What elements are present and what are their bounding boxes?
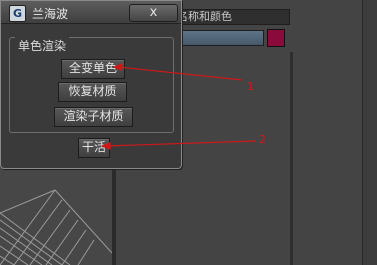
monochrome-render-dialog: G 兰海波 x 单色渲染 全变单色 恢复材质 渲染子材质 干活 [0, 0, 182, 169]
all-solid-color-button[interactable]: 全变单色 [61, 59, 125, 79]
annotation-marker-1: 1 [247, 80, 254, 93]
annotation-marker-2: 2 [259, 133, 266, 146]
perspective-grid [0, 189, 112, 265]
viewport[interactable] [0, 168, 112, 265]
app-window: 名称和颜色 G 兰海波 x 单色渲染 全变单色 恢复材质 渲染子材质 干活 1 … [0, 0, 377, 265]
close-button[interactable]: x [129, 4, 178, 22]
object-name-field[interactable] [174, 30, 264, 46]
group-label: 单色渲染 [15, 37, 70, 54]
dialog-title: 兰海波 [32, 7, 69, 21]
dialog-titlebar[interactable]: G 兰海波 x [1, 1, 181, 24]
render-sub-material-button[interactable]: 渲染子材质 [54, 107, 133, 127]
restore-material-button[interactable]: 恢复材质 [58, 82, 127, 102]
viewport-border [112, 168, 116, 265]
done-button[interactable]: 干活 [78, 138, 110, 158]
object-color-swatch[interactable] [267, 29, 285, 47]
name-and-color-rollout-header[interactable]: 名称和颜色 [174, 9, 290, 25]
command-panel-scrollbar[interactable] [362, 0, 377, 265]
3ds-max-app-icon: G [9, 5, 26, 22]
panel-divider [290, 52, 293, 265]
